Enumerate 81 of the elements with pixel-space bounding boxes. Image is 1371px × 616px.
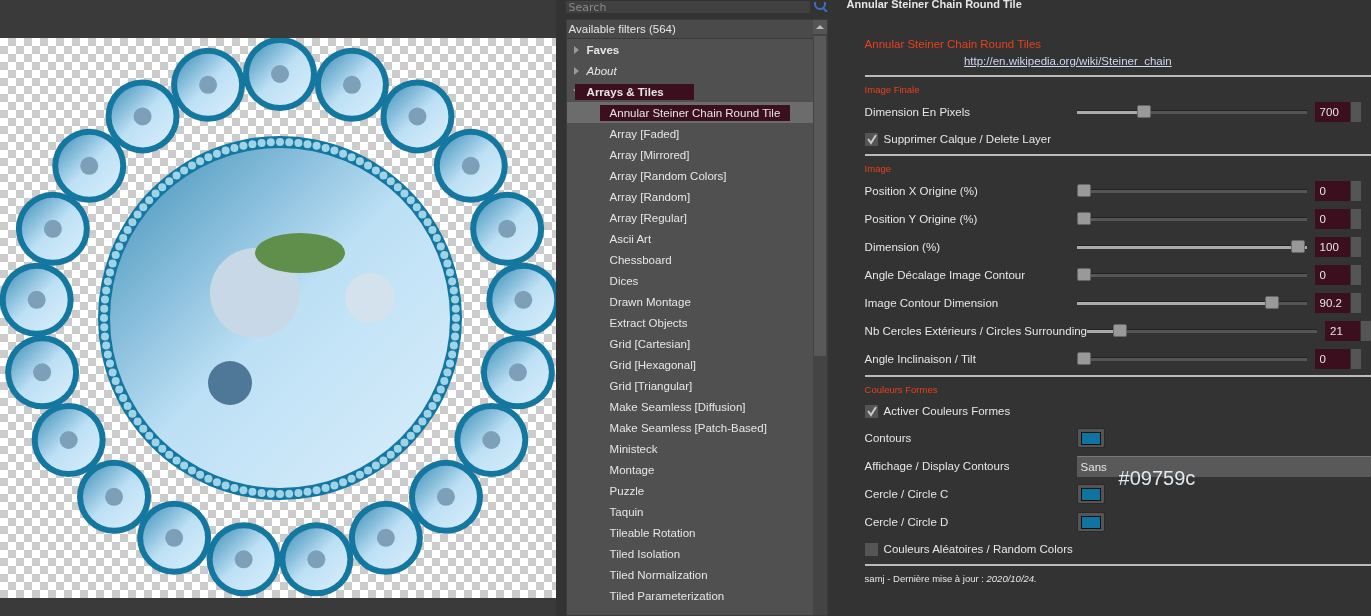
filter-title: Annular Steiner Chain Round Tile bbox=[846, 0, 1023, 10]
checkbox-label: Supprimer Calque / Delete Layer bbox=[883, 133, 1052, 145]
slider-thumb[interactable] bbox=[1076, 352, 1091, 365]
slider[interactable] bbox=[1087, 324, 1317, 338]
parameter-label: Angle Inclinaison / Tilt bbox=[864, 353, 977, 365]
value-field[interactable]: 21 bbox=[1325, 321, 1360, 341]
filter-item[interactable]: Array [Mirrored] bbox=[599, 146, 700, 163]
filter-item[interactable]: Annular Steiner Chain Round Tile bbox=[599, 104, 791, 121]
parameter-label: Affichage / Display Contours bbox=[864, 460, 1011, 472]
checkbox[interactable] bbox=[864, 542, 878, 556]
slider-thumb[interactable] bbox=[1290, 240, 1305, 253]
checkbox-label: Couleurs Aléatoires / Random Colors bbox=[883, 543, 1073, 555]
category-item[interactable]: About bbox=[574, 62, 647, 79]
parameter-label: Position Y Origine (%) bbox=[864, 213, 979, 225]
filter-item[interactable]: Grid [Cartesian] bbox=[599, 335, 701, 352]
filter-item[interactable]: Grid [Triangular] bbox=[599, 377, 703, 394]
filter-item[interactable]: Array [Faded] bbox=[599, 125, 690, 142]
slider[interactable] bbox=[1076, 352, 1307, 366]
filter-heading: Annular Steiner Chain Round Tiles bbox=[864, 38, 1043, 52]
slider[interactable] bbox=[1076, 268, 1307, 282]
parameter-label: Dimension (%) bbox=[864, 241, 941, 253]
parameter-label: Nb Cercles Extérieurs / Circles Surrounding bbox=[864, 325, 1087, 337]
wiki-link[interactable]: http://en.wikipedia.org/wiki/Steiner_chain bbox=[963, 55, 1172, 67]
filter-item[interactable]: Extract Objects bbox=[599, 314, 698, 331]
category-item[interactable]: Faves bbox=[574, 41, 650, 58]
filter-item[interactable]: Chessboard bbox=[599, 251, 682, 268]
parameter-label: Image Contour Dimension bbox=[864, 297, 1000, 309]
scroll-up-icon[interactable] bbox=[813, 20, 827, 34]
checkbox-label: Activer Couleurs Formes bbox=[883, 405, 1011, 417]
slider[interactable] bbox=[1076, 184, 1307, 198]
slider-thumb[interactable] bbox=[1076, 184, 1091, 197]
parameter-label: Contours bbox=[864, 432, 913, 444]
slider-thumb[interactable] bbox=[1076, 212, 1091, 225]
value-field[interactable]: 0 bbox=[1314, 349, 1350, 369]
section-heading: Image Finale bbox=[864, 83, 921, 97]
filter-item[interactable]: Ascii Art bbox=[599, 230, 662, 247]
search-icon bbox=[814, 2, 828, 12]
checkbox[interactable] bbox=[864, 132, 878, 146]
list-header: Available filters (564) bbox=[566, 20, 813, 39]
value-field[interactable]: 0 bbox=[1314, 181, 1350, 201]
filter-item[interactable]: Taquin bbox=[599, 503, 654, 520]
value-field[interactable]: 90.2 bbox=[1314, 293, 1350, 313]
filter-item[interactable]: Array [Random Colors] bbox=[599, 167, 737, 184]
value-field[interactable]: 700 bbox=[1314, 102, 1350, 122]
filter-item[interactable]: Array [Regular] bbox=[599, 209, 697, 226]
author-note: samj - Dernière mise à jour : 2020/10/24. bbox=[864, 572, 1038, 584]
slider-thumb[interactable] bbox=[1264, 296, 1279, 309]
filter-item[interactable]: Make Seamless [Diffusion] bbox=[599, 398, 756, 415]
checkbox[interactable] bbox=[864, 404, 878, 418]
search-field[interactable]: Search bbox=[565, 1, 810, 13]
scrollbar[interactable] bbox=[813, 20, 827, 615]
value-field[interactable]: 100 bbox=[1314, 237, 1350, 257]
category-item[interactable]: Arrays & Tiles bbox=[574, 83, 694, 100]
slider[interactable] bbox=[1076, 105, 1307, 119]
parameter-label: Dimension En Pixels bbox=[864, 106, 972, 118]
slider[interactable] bbox=[1076, 212, 1307, 226]
filter-item[interactable]: Dices bbox=[599, 272, 649, 289]
parameter-label: Cercle / Circle C bbox=[864, 488, 950, 500]
filter-item[interactable]: Puzzle bbox=[599, 482, 655, 499]
filter-item[interactable]: Make Seamless [Patch-Based] bbox=[599, 419, 777, 436]
parameter-label: Angle Décalage Image Contour bbox=[864, 269, 1027, 281]
filter-item[interactable]: Ministeck bbox=[599, 440, 668, 457]
slider[interactable] bbox=[1076, 296, 1307, 310]
filter-item[interactable]: Tiled Parameterization bbox=[599, 587, 735, 604]
value-field[interactable]: 0 bbox=[1314, 265, 1350, 285]
filter-item[interactable]: Tiled Isolation bbox=[599, 545, 691, 562]
filter-item[interactable]: Drawn Montage bbox=[599, 293, 701, 310]
value-field[interactable]: 0 bbox=[1314, 209, 1350, 229]
filter-item[interactable]: Tiled Normalization bbox=[599, 566, 718, 583]
filter-item[interactable]: Grid [Hexagonal] bbox=[599, 356, 706, 373]
slider-thumb[interactable] bbox=[1112, 324, 1127, 337]
slider-thumb[interactable] bbox=[1136, 105, 1151, 118]
section-heading: Image bbox=[864, 162, 892, 176]
filter-item[interactable]: Array [Random] bbox=[599, 188, 701, 205]
filter-item[interactable]: Montage bbox=[599, 461, 665, 478]
filter-item[interactable]: Tileable Rotation bbox=[599, 524, 706, 541]
slider-thumb[interactable] bbox=[1076, 268, 1091, 281]
section-heading: Couleurs Formes bbox=[864, 383, 939, 397]
slider[interactable] bbox=[1076, 240, 1307, 254]
parameter-label: Cercle / Circle D bbox=[864, 516, 950, 528]
parameter-label: Position X Origine (%) bbox=[864, 185, 979, 197]
